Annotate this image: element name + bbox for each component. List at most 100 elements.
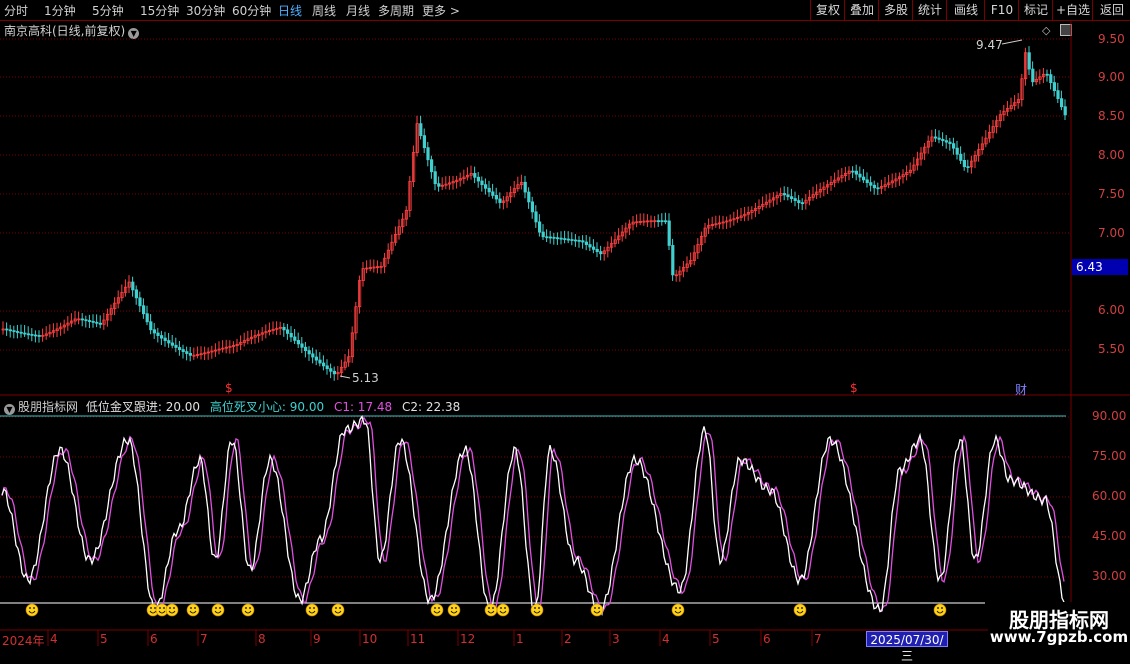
smiley-eye <box>937 607 939 609</box>
smiley-eye <box>190 607 192 609</box>
candle-body <box>876 187 880 190</box>
chevron-down-icon[interactable]: ▼ <box>4 404 15 415</box>
smiley-icon <box>430 603 444 617</box>
candle-body <box>577 239 581 242</box>
smiley-eye <box>504 607 506 609</box>
event-marker-finance[interactable]: 财 <box>1015 381 1027 398</box>
smiley-eye <box>455 607 457 609</box>
candle-body <box>656 220 661 223</box>
candle-body <box>311 353 315 358</box>
smiley-eye <box>434 607 436 609</box>
candle-body <box>95 321 99 324</box>
current-price-tag: 6.43 <box>1072 259 1128 275</box>
price-axis-label: 9.50 <box>1098 32 1125 46</box>
smiley-eye <box>313 607 315 609</box>
candle-body <box>332 370 337 375</box>
candle-body <box>1027 52 1031 70</box>
smiley-eye <box>249 607 251 609</box>
smiley-eye <box>451 607 453 609</box>
date-axis-label: 8 <box>258 632 266 646</box>
price-axis-label: 8.00 <box>1098 148 1125 162</box>
candle-body <box>293 336 297 341</box>
smiley-eye <box>154 607 156 609</box>
candle-body <box>480 180 484 186</box>
date-axis-label: 7 <box>200 632 208 646</box>
grid-lines <box>0 20 1130 646</box>
candle-body <box>19 331 23 334</box>
candle-body <box>941 138 945 142</box>
smiley-eye <box>33 607 35 609</box>
candle-body <box>782 193 787 196</box>
candle-body <box>170 342 174 346</box>
smiley-markers <box>25 603 947 617</box>
event-marker-dollar[interactable]: $ <box>225 381 233 395</box>
date-axis-label: 5 <box>712 632 720 646</box>
smiley-eye <box>801 607 803 609</box>
price-axis-label: 9.00 <box>1098 70 1125 84</box>
candle-body <box>592 246 596 250</box>
candle-body <box>966 166 970 169</box>
date-axis-label: 10 <box>362 632 378 646</box>
candle-body <box>98 322 102 325</box>
high-pointer <box>1001 39 1023 45</box>
smiley-eye <box>245 607 247 609</box>
candle-body <box>574 239 578 242</box>
candle-body <box>325 365 329 370</box>
candle-body <box>797 200 801 204</box>
candle-body <box>23 332 27 335</box>
candle-body <box>570 239 574 241</box>
date-axis-label: 2 <box>564 632 572 646</box>
smiley-eye <box>169 607 171 609</box>
candle-body <box>854 170 859 175</box>
candle-body <box>15 331 20 333</box>
candle-body <box>174 344 178 348</box>
watermark: 股朋指标网 www.7gpzb.com <box>988 602 1130 650</box>
candle-body <box>37 335 41 337</box>
event-marker-dollar[interactable]: $ <box>850 381 858 395</box>
candle-body <box>437 183 441 187</box>
date-axis-label: 3 <box>612 632 620 646</box>
candle-body <box>149 321 153 331</box>
candle-body <box>156 332 160 336</box>
smiley-eye <box>29 607 31 609</box>
candle-body <box>26 333 31 336</box>
price-axis-label: 7.00 <box>1098 226 1125 240</box>
date-axis-label: 1 <box>516 632 524 646</box>
candle-body <box>181 349 185 352</box>
smiley-eye <box>163 607 165 609</box>
candle-body <box>556 237 560 240</box>
smiley-eye <box>173 607 175 609</box>
candle-body <box>865 179 869 184</box>
smiley-eye <box>438 607 440 609</box>
candle-body <box>948 141 952 145</box>
indicator-axis-label: 60.00 <box>1092 489 1127 503</box>
indicator-axis-label: 45.00 <box>1092 529 1127 543</box>
candle-body <box>1049 74 1053 84</box>
date-axis-label: 11 <box>410 632 426 646</box>
indicator-header: ▼ 股朋指标网 低位金叉跟进: 20.00 高位死叉小心: 90.00 C1: 1… <box>4 398 460 415</box>
candle-body <box>858 173 862 178</box>
candle-body <box>944 140 949 143</box>
candle-body <box>538 221 542 233</box>
candle-body <box>433 171 437 185</box>
candle-body <box>8 329 12 332</box>
candle-body <box>1060 98 1064 108</box>
indicator-name[interactable]: 股朋指标网 <box>18 400 78 414</box>
candle-body <box>145 313 149 323</box>
date-axis-label: 4 <box>50 632 58 646</box>
candle-body <box>959 153 963 161</box>
candle-body <box>131 281 135 291</box>
candle-body <box>285 329 290 334</box>
smiley-eye <box>339 607 341 609</box>
smiley-eye <box>598 607 600 609</box>
candle-body <box>530 201 535 213</box>
candle-body <box>152 329 156 334</box>
smiley-icon <box>933 603 947 617</box>
smiley-icon <box>530 603 544 617</box>
candle-body <box>422 135 427 149</box>
candle-body <box>91 320 95 323</box>
candle-body <box>563 238 567 241</box>
candle-body <box>498 198 502 203</box>
candle-body <box>793 198 797 201</box>
indicator-param-low: 低位金叉跟进: 20.00 <box>85 400 201 414</box>
